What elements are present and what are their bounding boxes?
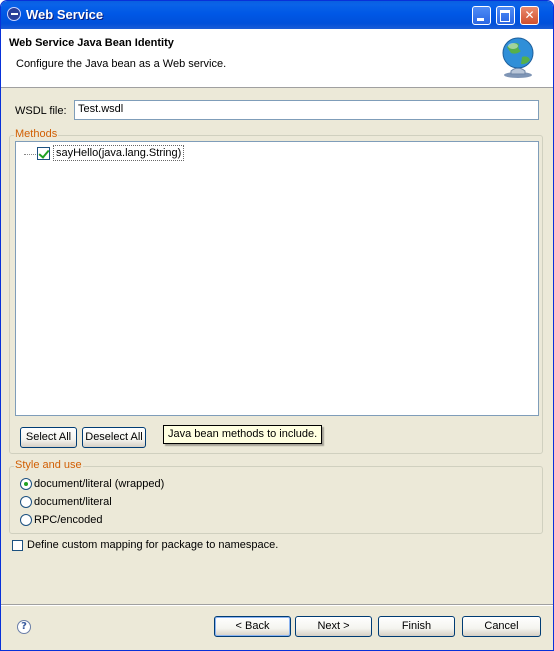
radio-label[interactable]: document/literal — [34, 496, 112, 508]
window-title: Web Service — [26, 7, 104, 22]
footer-separator — [1, 604, 553, 606]
radio-button[interactable] — [20, 496, 32, 508]
wsdl-file-label: WSDL file: — [15, 105, 67, 117]
next-button[interactable]: Next > — [295, 616, 372, 637]
finish-label: Finish — [401, 620, 432, 632]
wizard-header: Web Service Java Bean Identity Configure… — [1, 29, 553, 88]
next-label: Next > — [317, 620, 350, 632]
close-icon: ✕ — [524, 8, 535, 22]
tree-connector — [24, 154, 36, 155]
title-bar[interactable]: Web Service ✕ — [1, 1, 553, 29]
finish-button[interactable]: Finish — [378, 616, 455, 637]
page-description: Configure the Java bean as a Web service… — [16, 58, 227, 70]
page-title: Web Service Java Bean Identity — [9, 37, 174, 49]
maximize-button[interactable] — [496, 6, 515, 25]
custom-mapping-label[interactable]: Define custom mapping for package to nam… — [27, 539, 278, 551]
cancel-button[interactable]: Cancel — [462, 616, 541, 637]
deselect-all-button[interactable]: Deselect All — [82, 427, 146, 448]
cancel-label: Cancel — [484, 620, 519, 632]
app-icon — [7, 7, 21, 21]
methods-tree[interactable]: sayHello(java.lang.String) — [15, 141, 539, 416]
methods-group-title: Methods — [14, 128, 59, 140]
select-all-button[interactable]: Select All — [20, 427, 77, 448]
methods-tooltip: Java bean methods to include. — [163, 425, 323, 444]
help-icon[interactable]: ? — [17, 620, 31, 634]
back-button[interactable]: < Back — [214, 616, 291, 637]
custom-mapping-checkbox[interactable] — [12, 540, 23, 551]
radio-button[interactable] — [20, 514, 32, 526]
style-use-group-title: Style and use — [14, 459, 83, 471]
close-button[interactable]: ✕ — [520, 6, 539, 25]
wsdl-file-input[interactable]: Test.wsdl — [74, 100, 539, 120]
dialog-window: Web Service ✕ Web Service Java Bean Iden… — [0, 0, 554, 651]
method-checkbox-sayhello[interactable] — [37, 147, 50, 160]
radio-button[interactable] — [20, 478, 32, 490]
radio-label[interactable]: RPC/encoded — [34, 514, 103, 526]
radio-label[interactable]: document/literal (wrapped) — [34, 478, 164, 490]
globe-icon — [502, 37, 534, 78]
minimize-button[interactable] — [472, 6, 491, 25]
back-label: < Back — [235, 620, 270, 632]
method-label-sayhello[interactable]: sayHello(java.lang.String) — [53, 145, 185, 161]
